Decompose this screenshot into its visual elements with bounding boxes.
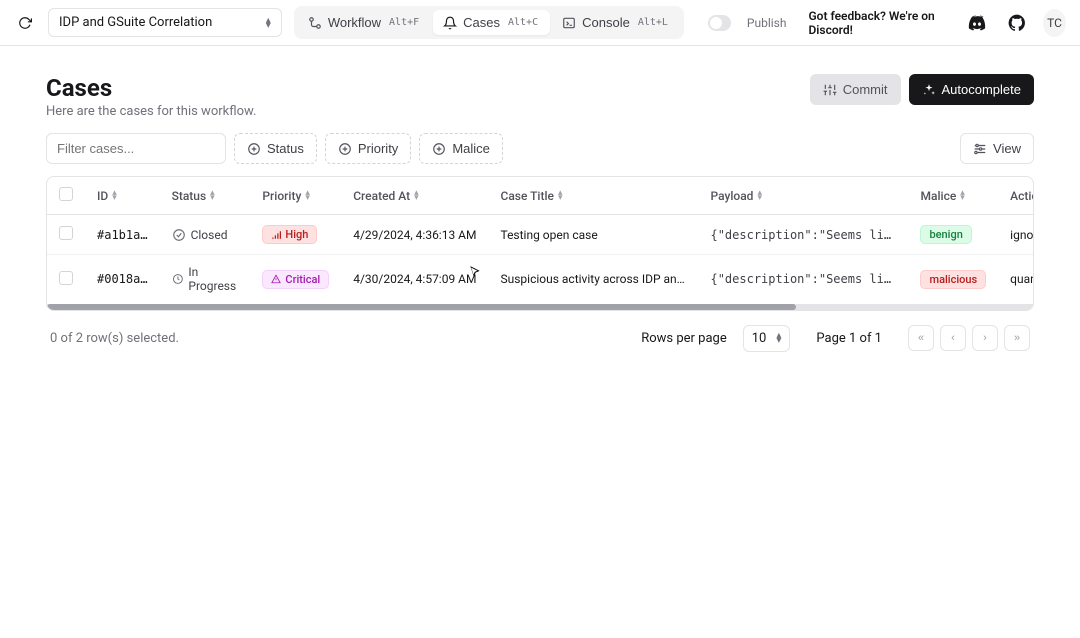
sort-icon: ▴▾	[210, 191, 215, 201]
chevron-updown-icon: ▴▾	[776, 333, 781, 343]
cell-title: Suspicious activity across IDP and Googl…	[488, 255, 698, 304]
sort-icon: ▴▾	[112, 191, 117, 201]
page-prev-button[interactable]: ‹	[940, 325, 966, 351]
sparkle-icon	[922, 83, 936, 97]
discord-icon	[967, 13, 987, 33]
tab-console-kbd: Alt+L	[636, 17, 670, 28]
feedback-link[interactable]: Got feedback? We're on Discord!	[808, 9, 951, 37]
sort-icon: ▴▾	[305, 191, 310, 201]
github-link[interactable]	[1003, 9, 1031, 37]
page-subtitle: Here are the cases for this workflow.	[46, 104, 256, 119]
tab-workflow-label: Workflow	[328, 15, 381, 30]
pager: « ‹ › »	[908, 325, 1030, 351]
refresh-button[interactable]	[14, 12, 36, 34]
autocomplete-button[interactable]: Autocomplete	[909, 74, 1035, 105]
col-action[interactable]: Action▴▾	[998, 177, 1033, 215]
check-circle-icon	[172, 228, 186, 242]
row-checkbox[interactable]	[59, 271, 73, 285]
page-title: Cases	[46, 74, 256, 102]
discord-link[interactable]	[963, 9, 991, 37]
publish-toggle[interactable]	[708, 15, 731, 31]
filter-status-button[interactable]: Status	[234, 133, 317, 164]
plus-circle-icon	[247, 142, 261, 156]
cell-action: quarantine	[998, 255, 1033, 304]
refresh-icon	[18, 16, 32, 30]
page-indicator: Page 1 of 1	[816, 331, 882, 346]
sort-icon: ▴▾	[757, 191, 762, 201]
cell-payload: {"description":"Seems like an attacker i…	[698, 255, 908, 304]
priority-badge: High	[262, 225, 317, 244]
terminal-icon	[562, 16, 576, 30]
sort-icon: ▴▾	[558, 191, 563, 201]
bell-icon	[443, 16, 457, 30]
filter-malice-button[interactable]: Malice	[419, 133, 503, 164]
cell-status: In Progress	[172, 265, 239, 294]
chevron-updown-icon: ▴▾	[266, 18, 271, 28]
tab-cases-kbd: Alt+C	[506, 17, 540, 28]
filter-input[interactable]	[46, 133, 226, 164]
plus-circle-icon	[432, 142, 446, 156]
cell-id: #0018a…	[85, 255, 160, 304]
selection-summary: 0 of 2 row(s) selected.	[50, 331, 179, 346]
sort-icon: ▴▾	[960, 191, 965, 201]
sort-icon: ▴▾	[414, 191, 419, 201]
topbar: IDP and GSuite Correlation ▴▾ Workflow A…	[0, 0, 1080, 46]
malice-badge: benign	[920, 225, 971, 244]
filter-priority-button[interactable]: Priority	[325, 133, 411, 164]
cell-created: 4/29/2024, 4:36:13 AM	[341, 215, 488, 255]
tab-cases-label: Cases	[463, 15, 500, 30]
page-content: Cases Here are the cases for this workfl…	[0, 46, 1080, 380]
col-status[interactable]: Status▴▾	[160, 177, 251, 215]
table-toolbar: Status Priority Malice View	[46, 133, 1034, 164]
plus-circle-icon	[338, 142, 352, 156]
page-next-button[interactable]: ›	[972, 325, 998, 351]
tab-console-label: Console	[582, 15, 630, 30]
row-checkbox[interactable]	[59, 226, 73, 240]
alert-triangle-icon	[271, 274, 281, 284]
select-all-checkbox[interactable]	[59, 187, 73, 201]
col-id[interactable]: ID▴▾	[85, 177, 160, 215]
cell-id: #a1b1a…	[85, 215, 160, 255]
cell-payload: {"description":"Seems like an attacker i…	[698, 215, 908, 255]
tab-workflow-kbd: Alt+F	[387, 17, 421, 28]
table-footer: 0 of 2 row(s) selected. Rows per page 10…	[46, 311, 1034, 352]
tab-console[interactable]: Console Alt+L	[552, 10, 680, 35]
avatar[interactable]: TC	[1043, 9, 1066, 37]
cell-created: 4/30/2024, 4:57:09 AM	[341, 255, 488, 304]
col-priority[interactable]: Priority▴▾	[250, 177, 341, 215]
page-last-button[interactable]: »	[1004, 325, 1030, 351]
table-row[interactable]: #0018a… In Progress Critical 4/30/2024, …	[47, 255, 1033, 304]
commit-button[interactable]: Commit	[810, 74, 901, 105]
col-created[interactable]: Created At▴▾	[341, 177, 488, 215]
tab-workflow[interactable]: Workflow Alt+F	[298, 10, 431, 35]
col-title[interactable]: Case Title▴▾	[488, 177, 698, 215]
priority-badge: Critical	[262, 270, 329, 289]
table-row[interactable]: #a1b1a… Closed High 4/29/2024, 4:36:13 A…	[47, 215, 1033, 255]
github-icon	[1007, 13, 1027, 33]
cell-action: ignore	[998, 215, 1033, 255]
rows-per-page-label: Rows per page	[641, 331, 727, 346]
rows-per-page-select[interactable]: 10 ▴▾	[743, 325, 791, 352]
horizontal-scrollbar[interactable]	[47, 304, 1033, 310]
tab-cases[interactable]: Cases Alt+C	[433, 10, 550, 35]
table-header-row: ID▴▾ Status▴▾ Priority▴▾ Created At▴▾ Ca…	[47, 177, 1033, 215]
cell-status: Closed	[172, 228, 239, 242]
sliders-icon	[823, 83, 837, 97]
cell-title: Testing open case	[488, 215, 698, 255]
col-payload[interactable]: Payload▴▾	[698, 177, 908, 215]
workflow-icon	[308, 16, 322, 30]
cases-table: ID▴▾ Status▴▾ Priority▴▾ Created At▴▾ Ca…	[46, 176, 1034, 311]
sliders-horizontal-icon	[973, 142, 987, 156]
workflow-select-label: IDP and GSuite Correlation	[59, 15, 212, 30]
signal-icon	[271, 230, 281, 240]
publish-label: Publish	[747, 16, 787, 30]
nav-tabs: Workflow Alt+F Cases Alt+C Console Alt+L	[294, 6, 684, 39]
workflow-select[interactable]: IDP and GSuite Correlation ▴▾	[48, 8, 282, 37]
in-progress-icon	[172, 272, 184, 286]
page-first-button[interactable]: «	[908, 325, 934, 351]
col-malice[interactable]: Malice▴▾	[908, 177, 998, 215]
view-button[interactable]: View	[960, 133, 1034, 164]
malice-badge: malicious	[920, 270, 986, 289]
